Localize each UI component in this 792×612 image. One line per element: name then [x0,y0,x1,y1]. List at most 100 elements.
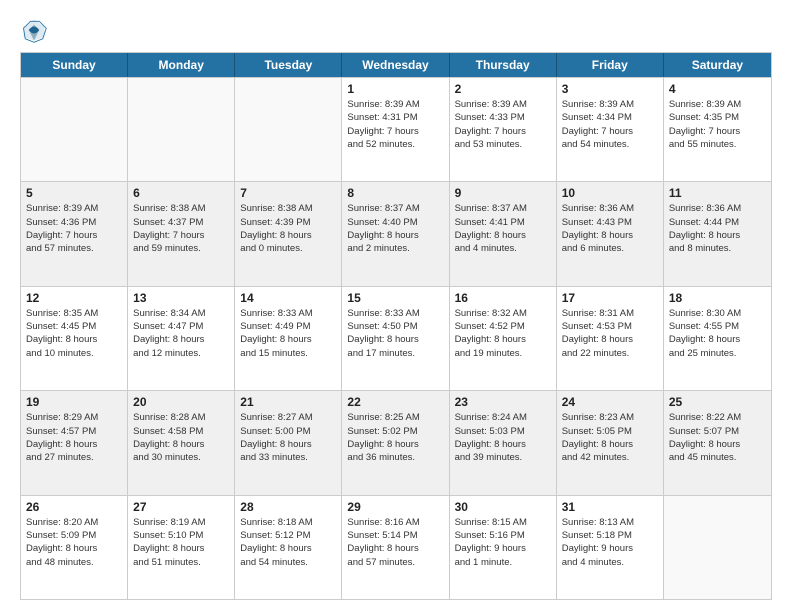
day-info: Sunrise: 8:23 AM Sunset: 5:05 PM Dayligh… [562,411,658,464]
day-info: Sunrise: 8:20 AM Sunset: 5:09 PM Dayligh… [26,516,122,569]
calendar-cell: 1Sunrise: 8:39 AM Sunset: 4:31 PM Daylig… [342,78,449,181]
day-number: 9 [455,186,551,200]
calendar-cell [21,78,128,181]
calendar-cell: 23 Sunrise: 8:24 AM Sunset: 5:03 PM Dayli… [450,391,557,494]
day-info: Sunrise: 8:33 AM Sunset: 4:50 PM Dayligh… [347,307,443,360]
day-number: 28 [240,500,336,514]
calendar-row-4: 26 Sunrise: 8:20 AM Sunset: 5:09 PM Dayli… [21,495,771,599]
day-info: Sunrise: 8:32 AM Sunset: 4:52 PM Dayligh… [455,307,551,360]
calendar-cell: 16 Sunrise: 8:32 AM Sunset: 4:52 PM Dayli… [450,287,557,390]
calendar-cell: 31Sunrise: 8:13 AM Sunset: 5:18 PM Dayli… [557,496,664,599]
day-number: 8 [347,186,443,200]
calendar-cell: 30Sunrise: 8:15 AM Sunset: 5:16 PM Dayli… [450,496,557,599]
calendar-cell: 28 Sunrise: 8:18 AM Sunset: 5:12 PM Dayli… [235,496,342,599]
day-info: Sunrise: 8:34 AM Sunset: 4:47 PM Dayligh… [133,307,229,360]
day-info: Sunrise: 8:33 AM Sunset: 4:49 PM Dayligh… [240,307,336,360]
logo-icon [20,16,48,44]
calendar-cell: 17Sunrise: 8:31 AM Sunset: 4:53 PM Dayli… [557,287,664,390]
day-number: 3 [562,82,658,96]
calendar-cell [664,496,771,599]
day-info: Sunrise: 8:38 AM Sunset: 4:39 PM Dayligh… [240,202,336,255]
day-number: 15 [347,291,443,305]
day-info: Sunrise: 8:39 AM Sunset: 4:35 PM Dayligh… [669,98,766,151]
calendar-cell: 21Sunrise: 8:27 AM Sunset: 5:00 PM Dayli… [235,391,342,494]
day-number: 21 [240,395,336,409]
day-number: 29 [347,500,443,514]
day-number: 22 [347,395,443,409]
header-day-saturday: Saturday [664,53,771,77]
calendar-cell: 14 Sunrise: 8:33 AM Sunset: 4:49 PM Dayli… [235,287,342,390]
calendar-cell [235,78,342,181]
day-info: Sunrise: 8:36 AM Sunset: 4:44 PM Dayligh… [669,202,766,255]
day-number: 16 [455,291,551,305]
day-number: 11 [669,186,766,200]
calendar-cell: 26 Sunrise: 8:20 AM Sunset: 5:09 PM Dayli… [21,496,128,599]
day-info: Sunrise: 8:39 AM Sunset: 4:34 PM Dayligh… [562,98,658,151]
calendar-row-3: 19 Sunrise: 8:29 AM Sunset: 4:57 PM Dayli… [21,390,771,494]
calendar-cell: 11 Sunrise: 8:36 AM Sunset: 4:44 PM Dayli… [664,182,771,285]
header-day-friday: Friday [557,53,664,77]
day-number: 5 [26,186,122,200]
day-info: Sunrise: 8:25 AM Sunset: 5:02 PM Dayligh… [347,411,443,464]
calendar-cell: 7 Sunrise: 8:38 AM Sunset: 4:39 PM Daylig… [235,182,342,285]
day-number: 7 [240,186,336,200]
day-info: Sunrise: 8:39 AM Sunset: 4:31 PM Dayligh… [347,98,443,151]
header-day-monday: Monday [128,53,235,77]
day-info: Sunrise: 8:39 AM Sunset: 4:33 PM Dayligh… [455,98,551,151]
day-number: 10 [562,186,658,200]
day-info: Sunrise: 8:22 AM Sunset: 5:07 PM Dayligh… [669,411,766,464]
day-number: 19 [26,395,122,409]
calendar-header: SundayMondayTuesdayWednesdayThursdayFrid… [21,53,771,77]
day-number: 26 [26,500,122,514]
header-day-tuesday: Tuesday [235,53,342,77]
day-number: 6 [133,186,229,200]
calendar-cell: 20 Sunrise: 8:28 AM Sunset: 4:58 PM Dayli… [128,391,235,494]
day-info: Sunrise: 8:19 AM Sunset: 5:10 PM Dayligh… [133,516,229,569]
calendar-cell: 10 Sunrise: 8:36 AM Sunset: 4:43 PM Dayli… [557,182,664,285]
calendar-cell: 29 Sunrise: 8:16 AM Sunset: 5:14 PM Dayli… [342,496,449,599]
day-info: Sunrise: 8:37 AM Sunset: 4:40 PM Dayligh… [347,202,443,255]
calendar-cell: 15 Sunrise: 8:33 AM Sunset: 4:50 PM Dayli… [342,287,449,390]
day-number: 25 [669,395,766,409]
logo [20,16,52,44]
day-info: Sunrise: 8:24 AM Sunset: 5:03 PM Dayligh… [455,411,551,464]
calendar: SundayMondayTuesdayWednesdayThursdayFrid… [20,52,772,600]
calendar-cell: 13 Sunrise: 8:34 AM Sunset: 4:47 PM Dayli… [128,287,235,390]
calendar-cell [128,78,235,181]
day-info: Sunrise: 8:16 AM Sunset: 5:14 PM Dayligh… [347,516,443,569]
calendar-cell: 2 Sunrise: 8:39 AM Sunset: 4:33 PM Daylig… [450,78,557,181]
calendar-cell: 5 Sunrise: 8:39 AM Sunset: 4:36 PM Daylig… [21,182,128,285]
day-info: Sunrise: 8:36 AM Sunset: 4:43 PM Dayligh… [562,202,658,255]
day-info: Sunrise: 8:29 AM Sunset: 4:57 PM Dayligh… [26,411,122,464]
calendar-row-0: 1Sunrise: 8:39 AM Sunset: 4:31 PM Daylig… [21,77,771,181]
day-number: 27 [133,500,229,514]
day-number: 4 [669,82,766,96]
day-number: 24 [562,395,658,409]
calendar-cell: 25 Sunrise: 8:22 AM Sunset: 5:07 PM Dayli… [664,391,771,494]
day-info: Sunrise: 8:37 AM Sunset: 4:41 PM Dayligh… [455,202,551,255]
day-number: 23 [455,395,551,409]
calendar-cell: 8 Sunrise: 8:37 AM Sunset: 4:40 PM Daylig… [342,182,449,285]
day-info: Sunrise: 8:18 AM Sunset: 5:12 PM Dayligh… [240,516,336,569]
day-number: 20 [133,395,229,409]
header-day-wednesday: Wednesday [342,53,449,77]
day-number: 14 [240,291,336,305]
day-number: 13 [133,291,229,305]
calendar-body: 1Sunrise: 8:39 AM Sunset: 4:31 PM Daylig… [21,77,771,599]
day-info: Sunrise: 8:28 AM Sunset: 4:58 PM Dayligh… [133,411,229,464]
day-info: Sunrise: 8:39 AM Sunset: 4:36 PM Dayligh… [26,202,122,255]
day-number: 12 [26,291,122,305]
calendar-cell: 27 Sunrise: 8:19 AM Sunset: 5:10 PM Dayli… [128,496,235,599]
calendar-row-1: 5 Sunrise: 8:39 AM Sunset: 4:36 PM Daylig… [21,181,771,285]
day-info: Sunrise: 8:38 AM Sunset: 4:37 PM Dayligh… [133,202,229,255]
day-info: Sunrise: 8:31 AM Sunset: 4:53 PM Dayligh… [562,307,658,360]
day-info: Sunrise: 8:30 AM Sunset: 4:55 PM Dayligh… [669,307,766,360]
calendar-cell: 18 Sunrise: 8:30 AM Sunset: 4:55 PM Dayli… [664,287,771,390]
day-number: 18 [669,291,766,305]
day-number: 31 [562,500,658,514]
header-day-thursday: Thursday [450,53,557,77]
header-day-sunday: Sunday [21,53,128,77]
day-number: 30 [455,500,551,514]
day-number: 2 [455,82,551,96]
calendar-cell: 9 Sunrise: 8:37 AM Sunset: 4:41 PM Daylig… [450,182,557,285]
